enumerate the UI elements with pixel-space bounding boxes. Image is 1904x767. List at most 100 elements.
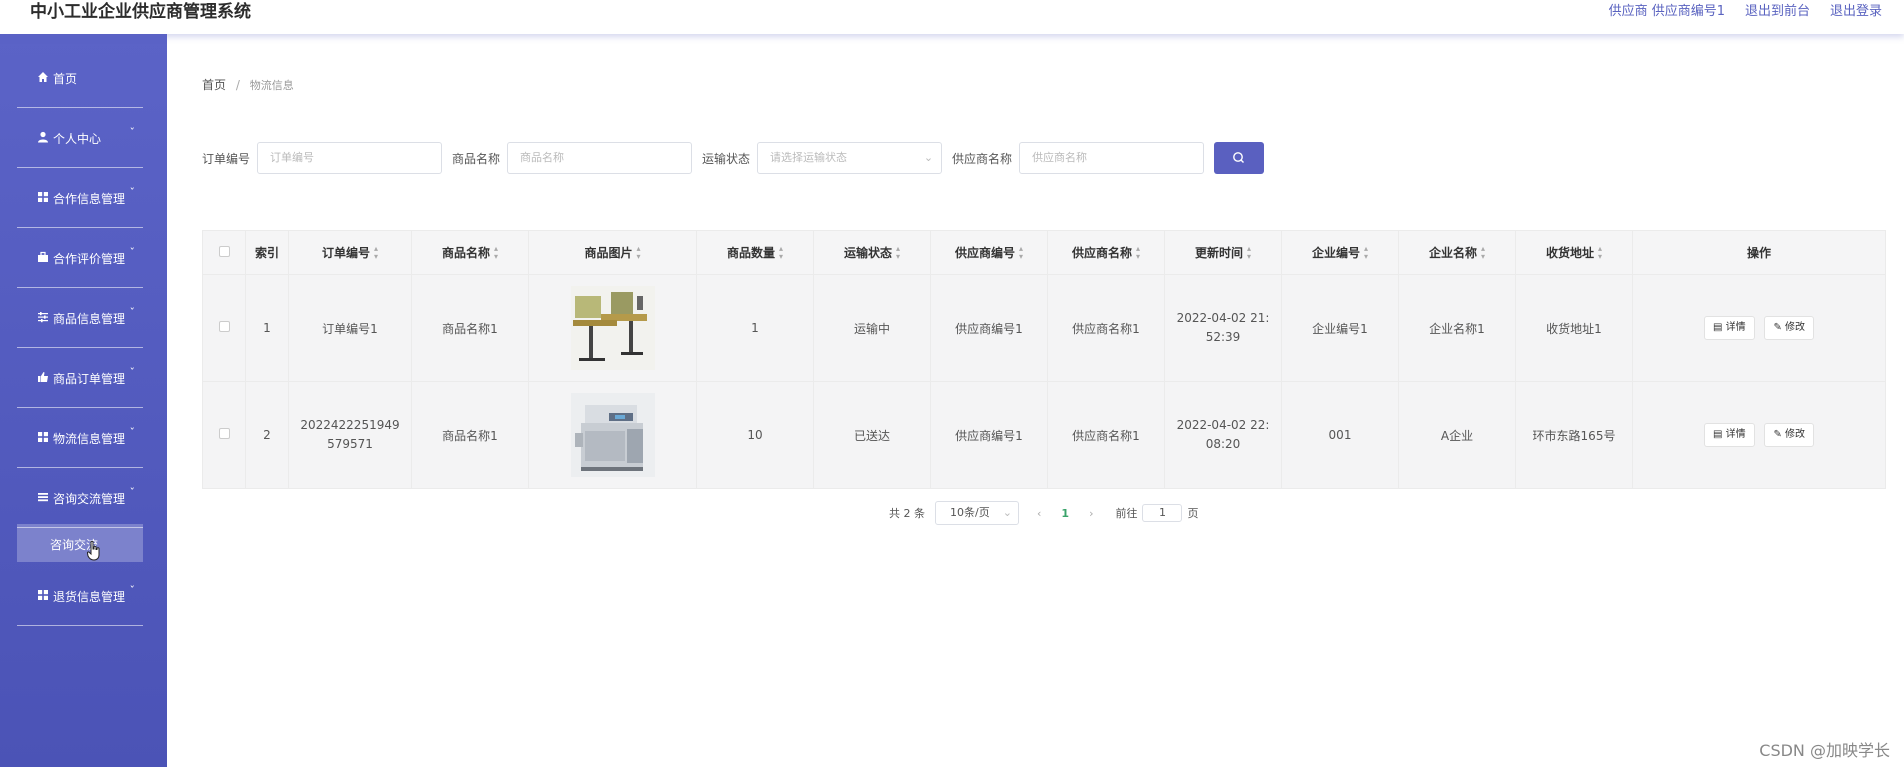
edit-button[interactable]: ✎ 修改 (1764, 423, 1815, 447)
col-supplier-no[interactable]: 供应商编号 ▴ ▾ (930, 230, 1048, 275)
thumb-icon (38, 372, 48, 382)
page-size-select[interactable]: 10条/页 ⌄ (935, 501, 1019, 525)
col-supplier-name[interactable]: 供应商名称 ▴ ▾ (1047, 230, 1165, 275)
col-quantity[interactable]: 商品数量 ▴ ▾ (696, 230, 814, 275)
cell-product-name: 商品名称1 (411, 274, 529, 382)
detail-button[interactable]: ▤ 详情 (1703, 423, 1755, 447)
hand-cursor-icon (87, 541, 100, 561)
breadcrumb-separator: / (235, 78, 240, 92)
chevron-down-icon: ˇ (129, 366, 136, 379)
cell-quantity: 10 (696, 381, 814, 489)
col-label: 运输状态 (843, 245, 892, 260)
doc-icon: ▤ (1712, 429, 1726, 440)
main-content: 首页 / 物流信息 订单编号 订单编号 商品名称 商品名称 运输状态 请选择运输… (167, 34, 1904, 767)
goto-page-input[interactable]: 1 (1142, 504, 1183, 522)
back-to-front-link[interactable]: 退出到前台 (1745, 0, 1810, 19)
prev-page-icon[interactable]: ‹ (1037, 507, 1041, 520)
breadcrumb-home[interactable]: 首页 (202, 78, 226, 92)
detail-label: 详情 (1725, 429, 1746, 440)
sidebar: 首页 个人中心 ˇ 合作信息管理 ˇ 合作评价管理 ˇ 商品信息管理 ˇ 商品订… (0, 34, 167, 767)
sidebar-item-home[interactable]: 首页 (17, 48, 143, 108)
cell-enterprise-no: 企业编号1 (1281, 274, 1399, 382)
col-updated[interactable]: 更新时间 ▴ ▾ (1164, 230, 1282, 275)
row-select-cell (202, 274, 246, 382)
detail-label: 详情 (1725, 322, 1746, 333)
col-address[interactable]: 收货地址 ▴ ▾ (1515, 230, 1633, 275)
chevron-down-icon: ⌄ (1002, 506, 1012, 519)
col-label: 商品名称 (441, 245, 490, 260)
sidebar-item-cooperation[interactable]: 合作信息管理 ˇ (17, 168, 143, 228)
chevron-down-icon: ˇ (129, 186, 136, 199)
logout-link[interactable]: 退出登录 (1830, 0, 1882, 19)
current-page[interactable]: 1 (1061, 507, 1069, 520)
col-status[interactable]: 运输状态 ▴ ▾ (813, 230, 931, 275)
row-checkbox[interactable] (218, 321, 230, 332)
col-label: 供应商名称 (1071, 245, 1132, 260)
row-checkbox[interactable] (218, 428, 230, 439)
search-button[interactable] (1214, 142, 1265, 174)
grid-icon (38, 590, 48, 600)
sort-icon: ▴ ▾ (636, 244, 641, 262)
chevron-down-icon: ˇ (129, 584, 136, 597)
cell-supplier-name: 供应商名称1 (1047, 274, 1165, 382)
table-row: 1 订单编号1 商品名称1 1 运输中 供应商编号1 供应商名称1 2022-0… (202, 274, 1886, 382)
sort-icon: ▴ ▾ (1136, 244, 1141, 262)
updated-text: 2022-04-02 22:08:20 (1176, 418, 1270, 451)
status-select[interactable]: 请选择运输状态 ⌄ (757, 142, 943, 174)
cell-actions: ▤ 详情 ✎ 修改 (1632, 381, 1886, 489)
goto-label: 前往 (1115, 507, 1138, 520)
product-name-input[interactable]: 商品名称 (507, 142, 693, 174)
col-product-image[interactable]: 商品图片 ▴ ▾ (528, 230, 697, 275)
sort-icon: ▴ ▾ (1364, 244, 1369, 262)
select-all-cell (202, 230, 246, 275)
cell-status: 运输中 (813, 274, 931, 382)
doc-icon: ▤ (1712, 322, 1726, 333)
desk-photo (570, 286, 655, 370)
col-label: 企业编号 (1311, 245, 1360, 260)
order-no-input[interactable]: 订单编号 (257, 142, 443, 174)
sidebar-subitem-consult[interactable]: 咨询交流 (17, 524, 143, 562)
copier-photo (570, 393, 655, 477)
cell-actions: ▤ 详情 ✎ 修改 (1632, 274, 1886, 382)
grid-icon (38, 192, 48, 202)
logistics-table: 索引 订单编号 ▴ ▾ 商品名称 ▴ ▾ 商品图片 ▴ ▾ 商品数量 ▴ ▾ 运输状态 ▴ ▾ 供应… (202, 230, 1886, 489)
sidebar-item-products[interactable]: 商品信息管理 ˇ (17, 288, 143, 348)
table-header-row: 索引 订单编号 ▴ ▾ 商品名称 ▴ ▾ 商品图片 ▴ ▾ 商品数量 ▴ ▾ 运输状态 ▴ ▾ 供应… (202, 230, 1886, 275)
pagination: 共 2 条 10条/页 ⌄ ‹ 1 › 前往 1 页 (889, 501, 1198, 525)
sidebar-item-label: 商品信息管理 (53, 312, 126, 326)
cell-supplier-no: 供应商编号1 (930, 381, 1048, 489)
detail-button[interactable]: ▤ 详情 (1703, 316, 1755, 340)
edit-button[interactable]: ✎ 修改 (1764, 316, 1815, 340)
col-index: 索引 (245, 230, 289, 275)
sidebar-item-logistics[interactable]: 物流信息管理 ˇ (17, 408, 143, 468)
sidebar-item-label: 退货信息管理 (53, 590, 126, 604)
sidebar-item-orders[interactable]: 商品订单管理 ˇ (17, 348, 143, 408)
briefcase-icon (38, 251, 48, 262)
search-icon (1233, 152, 1245, 163)
cell-address: 收货地址1 (1515, 274, 1633, 382)
search-bar: 订单编号 订单编号 商品名称 商品名称 运输状态 请选择运输状态 ⌄ 供应商名称… (202, 142, 1265, 174)
sidebar-item-personal[interactable]: 个人中心 ˇ (17, 108, 143, 168)
sidebar-item-evaluation[interactable]: 合作评价管理 ˇ (17, 228, 143, 288)
cell-enterprise-name: A企业 (1398, 381, 1516, 489)
col-label: 更新时间 (1194, 245, 1243, 260)
order-no-text: 2022422251949579571 (300, 418, 400, 451)
cell-address: 环市东路165号 (1515, 381, 1633, 489)
cell-product-image (528, 381, 697, 489)
sidebar-item-returns[interactable]: 退货信息管理 ˇ (17, 566, 143, 626)
col-actions: 操作 (1632, 230, 1886, 275)
select-all-checkbox[interactable] (218, 245, 230, 257)
order-no-label: 订单编号 (202, 151, 251, 166)
col-product-name[interactable]: 商品名称 ▴ ▾ (411, 230, 529, 275)
next-page-icon[interactable]: › (1089, 507, 1093, 520)
col-enterprise-no[interactable]: 企业编号 ▴ ▾ (1281, 230, 1399, 275)
sidebar-item-consult[interactable]: 咨询交流管理 ˇ (17, 468, 143, 528)
col-label: 收货地址 (1545, 245, 1594, 260)
col-order-no[interactable]: 订单编号 ▴ ▾ (288, 230, 412, 275)
sort-icon: ▴ ▾ (374, 244, 379, 262)
col-label: 企业名称 (1428, 245, 1477, 260)
supplier-name-input[interactable]: 供应商名称 (1019, 142, 1205, 174)
col-enterprise-name[interactable]: 企业名称 ▴ ▾ (1398, 230, 1516, 275)
sidebar-item-label: 咨询交流管理 (53, 492, 126, 506)
cell-quantity: 1 (696, 274, 814, 382)
